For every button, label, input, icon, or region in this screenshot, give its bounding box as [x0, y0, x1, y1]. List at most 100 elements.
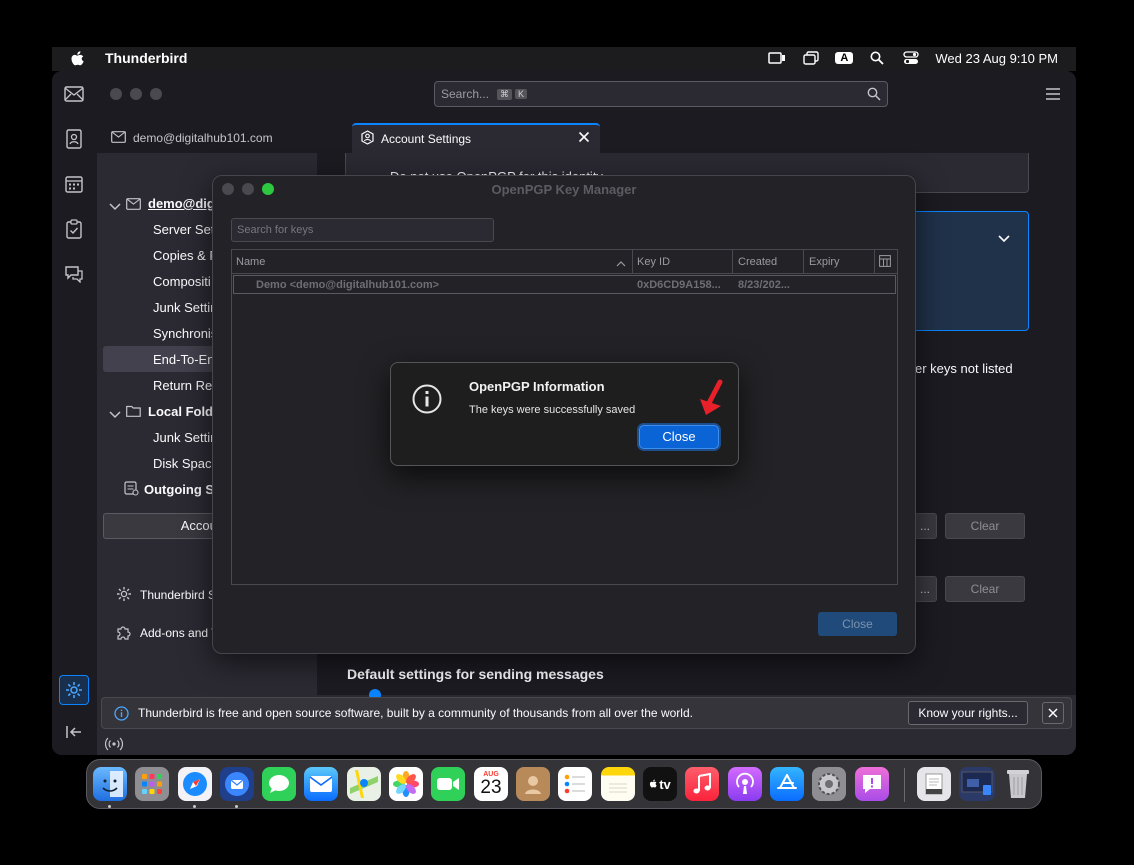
apple-tv-label: tv [659, 776, 671, 792]
outgoing-server-icon [123, 480, 139, 499]
calendar-space-icon[interactable] [63, 173, 85, 195]
clear-button-1[interactable]: Clear [945, 513, 1025, 539]
tasks-space-icon[interactable] [63, 218, 85, 240]
shortcut-cmd-key: ⌘ [497, 88, 513, 100]
music-icon[interactable] [685, 767, 719, 801]
menubar-clock[interactable]: Wed 23 Aug 9:10 PM [935, 51, 1058, 66]
window-switcher-icon[interactable] [801, 50, 821, 66]
mail-icon[interactable] [304, 767, 338, 801]
sidebar-item-junk-settings[interactable]: Junk Settin [153, 300, 217, 315]
column-key-id[interactable]: Key ID [637, 256, 670, 268]
messages-icon[interactable] [262, 767, 296, 801]
search-icon [867, 87, 881, 104]
window-zoom-button[interactable] [150, 88, 162, 100]
mail-tab-icon [111, 130, 126, 146]
reminders-icon[interactable] [558, 767, 592, 801]
apple-tv-icon[interactable]: tv [643, 767, 677, 801]
chat-space-icon[interactable] [63, 263, 85, 285]
calendar-day: 23 [480, 777, 502, 798]
chevron-down-icon[interactable] [998, 230, 1010, 248]
info-circle-icon [412, 384, 442, 419]
apple-menu-icon[interactable] [70, 50, 86, 71]
sidebar-item-return-receipts[interactable]: Return Rec [153, 378, 219, 393]
input-source-badge[interactable]: A [835, 52, 854, 64]
spaces-toolbar [52, 71, 97, 755]
sidebar-item-end-to-end[interactable]: End-To-En [153, 352, 214, 367]
launchpad-icon[interactable] [135, 767, 169, 801]
mail-space-icon[interactable] [63, 83, 85, 105]
window-close-button[interactable] [110, 88, 122, 100]
thunderbird-icon[interactable] [220, 767, 254, 801]
column-picker-icon[interactable] [879, 255, 891, 270]
settings-space-icon[interactable] [59, 675, 89, 705]
key-id-cell: 0xD6CD9A158... [637, 279, 721, 291]
close-tab-icon[interactable] [578, 131, 590, 146]
tab-mail[interactable]: demo@digitalhub101.com [111, 123, 273, 153]
sidebar-item-synchronisation[interactable]: Synchronis [153, 326, 217, 341]
app-store-icon[interactable] [770, 767, 804, 801]
calendar-icon[interactable]: AUG 23 [474, 767, 508, 801]
feedback-assistant-icon[interactable] [855, 767, 889, 801]
column-name[interactable]: Name [236, 256, 265, 268]
collapse-spaces-icon[interactable] [63, 721, 85, 743]
sidebar-item-server-settings[interactable]: Server Set [153, 222, 214, 237]
global-search-input[interactable]: Search... ⌘ K [434, 81, 888, 107]
screenshot-thumbnail-icon[interactable] [959, 767, 995, 801]
notes-icon[interactable] [601, 767, 635, 801]
trash-icon[interactable] [1001, 767, 1035, 801]
tab-account-settings[interactable]: Account Settings [352, 123, 600, 153]
table-row[interactable]: Demo <demo@digitalhub101.com> 0xD6CD9A15… [233, 275, 896, 294]
sidebar-item-copies-folders[interactable]: Copies & F [153, 248, 217, 263]
screen-record-icon[interactable] [767, 50, 787, 66]
sort-ascending-icon [616, 258, 626, 270]
sidebar-item-local-junk[interactable]: Junk Settin [153, 430, 217, 445]
other-keys-text: er keys not listed [915, 361, 1013, 376]
account-name[interactable]: demo@digi [148, 196, 218, 211]
app-name-menu[interactable]: Thunderbird [105, 50, 187, 66]
key-manager-close-button[interactable]: Close [818, 612, 897, 636]
spotlight-search-icon[interactable] [867, 50, 887, 66]
maps-icon[interactable] [347, 767, 381, 801]
safari-icon[interactable] [178, 767, 212, 801]
finder-icon[interactable] [93, 767, 127, 801]
alert-close-button[interactable]: Close [639, 425, 719, 449]
chevron-down-icon[interactable] [109, 407, 121, 422]
online-status-icon[interactable] [104, 737, 124, 755]
local-folders-label[interactable]: Local Folde [148, 404, 220, 419]
puzzle-piece-icon [116, 624, 132, 643]
column-divider [632, 250, 633, 274]
know-your-rights-button[interactable]: Know your rights... [908, 701, 1028, 725]
browse-button-2[interactable]: ... [913, 576, 937, 602]
key-search-input[interactable]: Search for keys [231, 218, 494, 242]
sidebar-item-disk-space[interactable]: Disk Space [153, 456, 219, 471]
window-minimize-button[interactable] [130, 88, 142, 100]
document-stack-icon[interactable] [917, 767, 951, 801]
column-created[interactable]: Created [738, 256, 777, 268]
system-settings-icon[interactable] [812, 767, 846, 801]
thunderbird-settings-link[interactable]: Thunderbird S [140, 588, 216, 602]
chevron-down-icon[interactable] [109, 199, 121, 214]
photos-icon[interactable] [389, 767, 423, 801]
tab-mail-label: demo@digitalhub101.com [133, 131, 273, 145]
addons-themes-link[interactable]: Add-ons and T [140, 626, 219, 640]
control-center-icon[interactable] [901, 50, 921, 66]
alert-title: OpenPGP Information [469, 379, 605, 394]
contacts-icon[interactable] [516, 767, 550, 801]
clear-button-2[interactable]: Clear [945, 576, 1025, 602]
search-placeholder: Search... [441, 87, 490, 101]
status-bar [97, 733, 1076, 755]
column-divider [874, 250, 875, 274]
key-created-cell: 8/23/202... [738, 279, 790, 291]
sidebar-item-composition[interactable]: Compositi [153, 274, 211, 289]
alert-message: The keys were successfully saved [469, 404, 636, 416]
browse-button-1[interactable]: ... [913, 513, 937, 539]
macos-menu-bar: Thunderbird A Wed 23 Aug 9:10 PM [52, 47, 1076, 71]
facetime-icon[interactable] [431, 767, 465, 801]
column-expiry[interactable]: Expiry [809, 256, 840, 268]
app-menu-icon[interactable] [1046, 87, 1060, 105]
close-icon[interactable] [1042, 702, 1064, 724]
podcasts-icon[interactable] [728, 767, 762, 801]
title-bar: Search... ⌘ K [97, 71, 1076, 119]
address-book-icon[interactable] [63, 128, 85, 150]
outgoing-server-label[interactable]: Outgoing S [144, 482, 214, 497]
